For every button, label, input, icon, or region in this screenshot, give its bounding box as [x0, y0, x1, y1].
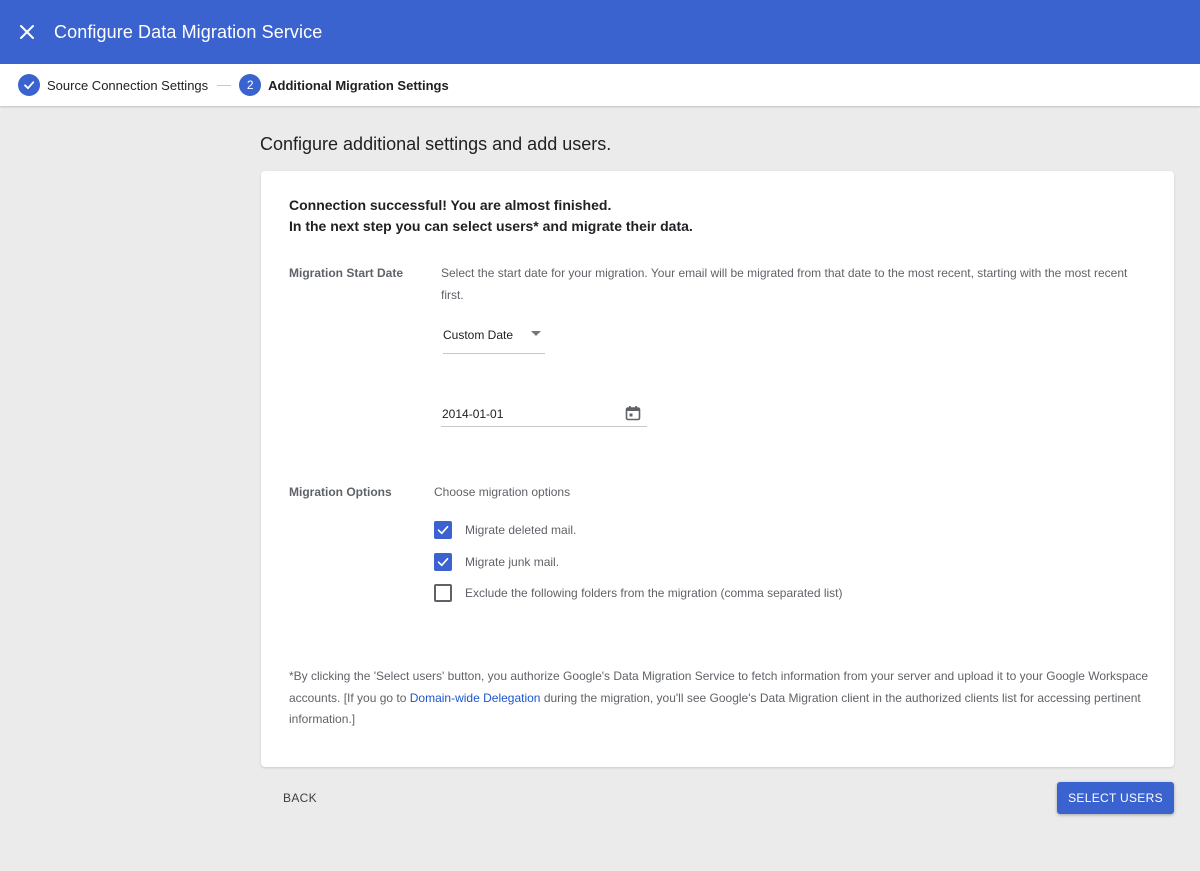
option-migrate-deleted-mail[interactable]: Migrate deleted mail. — [434, 521, 576, 539]
checkbox-checked[interactable] — [434, 553, 452, 571]
option-label: Migrate junk mail. — [465, 555, 560, 569]
dropdown-arrow-icon — [531, 331, 541, 336]
option-label: Migrate deleted mail. — [465, 523, 577, 537]
checkbox-unchecked[interactable] — [434, 584, 452, 602]
step-additional-settings[interactable]: 2 Additional Migration Settings — [239, 74, 449, 96]
app-header: Configure Data Migration Service — [0, 0, 1200, 64]
page-title: Configure additional settings and add us… — [260, 134, 612, 154]
domain-wide-delegation-link[interactable]: Domain-wide Delegation — [410, 691, 541, 705]
select-value: Custom Date — [443, 328, 514, 342]
check-icon — [437, 557, 449, 567]
step-number: 2 — [239, 74, 262, 96]
select-users-button[interactable]: SELECT USERS — [1057, 782, 1174, 814]
settings-card: Connection successful! You are almost fi… — [261, 171, 1174, 767]
success-line-2: In the next step you can select users* a… — [289, 218, 693, 234]
date-value: 2014-01-01 — [442, 407, 504, 421]
authorization-footnote: *By clicking the 'Select users' button, … — [289, 666, 1151, 731]
check-icon — [437, 525, 449, 535]
date-range-select[interactable]: Custom Date — [443, 322, 545, 354]
start-date-input[interactable]: 2014-01-01 — [441, 399, 647, 427]
migration-start-date-label: Migration Start Date — [289, 266, 404, 280]
calendar-icon[interactable] — [625, 405, 641, 421]
step-connector — [217, 84, 232, 86]
step-completed-indicator — [18, 74, 40, 96]
start-date-description: Select the start date for your migration… — [441, 266, 1128, 302]
option-migrate-junk-mail[interactable]: Migrate junk mail. — [434, 553, 559, 571]
step-source-connection[interactable]: Source Connection Settings — [18, 74, 208, 96]
checkbox-checked[interactable] — [434, 521, 452, 539]
stepper: Source Connection Settings 2 Additional … — [0, 64, 1200, 106]
option-label: Exclude the following folders from the m… — [465, 586, 843, 600]
step-label: Source Connection Settings — [47, 77, 209, 93]
success-line-1: Connection successful! You are almost fi… — [289, 197, 612, 213]
back-button[interactable]: BACK — [270, 782, 330, 814]
migration-options-label: Migration Options — [289, 485, 392, 499]
close-icon — [20, 25, 34, 39]
migration-options-description: Choose migration options — [434, 485, 571, 499]
step-label: Additional Migration Settings — [268, 77, 449, 93]
option-exclude-folders[interactable]: Exclude the following folders from the m… — [434, 584, 843, 602]
success-message: Connection successful! You are almost fi… — [289, 195, 693, 237]
close-button[interactable] — [0, 0, 54, 64]
dialog-title: Configure Data Migration Service — [54, 21, 323, 42]
check-icon — [24, 81, 35, 90]
